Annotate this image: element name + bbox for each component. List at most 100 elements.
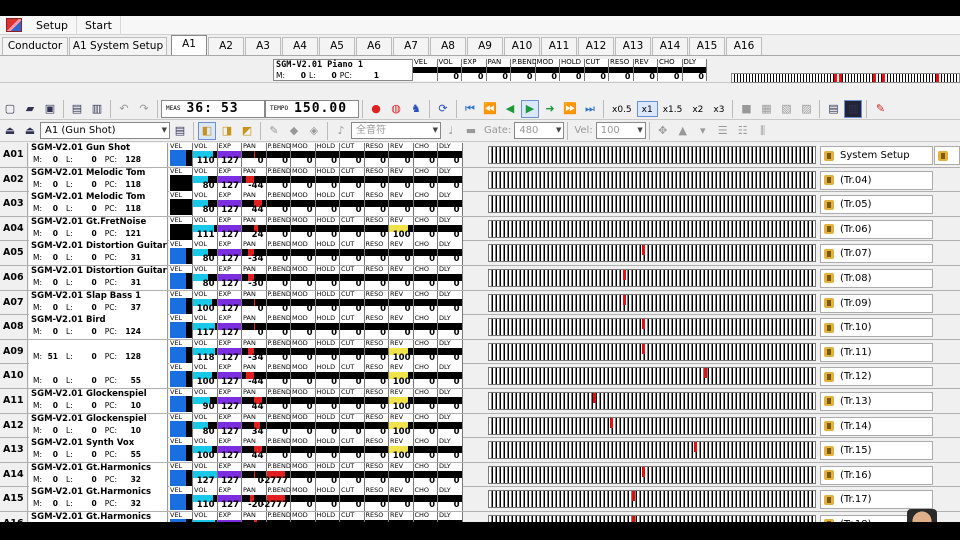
controller-pan[interactable]: PAN -34 bbox=[242, 339, 267, 364]
move-icon[interactable]: ✥ bbox=[654, 122, 672, 140]
controller-rev[interactable]: REV 100 bbox=[389, 388, 414, 413]
gate-select[interactable]: 480 bbox=[514, 122, 565, 139]
track-keyboard[interactable] bbox=[488, 170, 816, 189]
track-output[interactable]: (Tr.12) bbox=[820, 367, 933, 387]
note-length-select[interactable]: 全音符 bbox=[351, 122, 441, 139]
track-instrument[interactable]: SGM-V2.01 Glockenspiel M: 0 L: 0 PC: 10 bbox=[29, 413, 168, 438]
controller-vol[interactable]: VOL 110 bbox=[193, 142, 218, 167]
record-icon[interactable]: ● bbox=[367, 100, 385, 118]
track-keyboard[interactable] bbox=[488, 219, 816, 238]
field-value-pc[interactable]: 32 bbox=[119, 475, 141, 484]
controller-cho[interactable]: CHO0 bbox=[413, 240, 438, 266]
controller-pbend[interactable]: P.BEND -2777 bbox=[261, 462, 291, 487]
field-value-m[interactable]: 0 bbox=[44, 376, 58, 385]
field-value-l[interactable]: 0 bbox=[75, 253, 97, 262]
controller-vol[interactable]: VOL 80 bbox=[193, 413, 218, 438]
field-value-l[interactable]: 0 bbox=[75, 155, 97, 164]
track-instrument[interactable]: SGM-V2.01 Synth Vox M: 0 L: 0 PC: 55 bbox=[29, 438, 168, 463]
quantize-icon[interactable]: ☰ bbox=[714, 122, 732, 140]
controller-cut[interactable]: CUT0 bbox=[340, 216, 365, 241]
controller-rev[interactable]: REV0 bbox=[389, 511, 414, 522]
controller-dly[interactable]: DLY0 bbox=[438, 314, 463, 340]
controller-rev[interactable]: REV 100 bbox=[389, 216, 414, 241]
field-value-l[interactable]: 0 bbox=[75, 327, 97, 336]
field-value-pc[interactable]: 118 bbox=[119, 180, 141, 189]
controller-hold[interactable]: HOLD0 bbox=[315, 437, 340, 463]
field-value-pc[interactable]: 31 bbox=[119, 278, 141, 287]
controller-vol[interactable]: VOL118 bbox=[193, 511, 218, 522]
controller-cho[interactable]: CHO0 bbox=[413, 265, 438, 290]
track-keyboard[interactable] bbox=[488, 514, 816, 522]
controller-cho[interactable]: CHO0 bbox=[413, 486, 438, 512]
track-instrument[interactable]: SGM-V2.01 Melodic Tom M: 0 L: 0 PC: 118 bbox=[29, 192, 168, 217]
controller-dly[interactable]: DLY0 bbox=[438, 486, 463, 512]
field-value-m[interactable]: 0 bbox=[44, 426, 58, 435]
controller-reso[interactable]: RESO 0 bbox=[364, 437, 389, 463]
controller-cut[interactable]: CUT0 bbox=[340, 265, 365, 290]
track-id[interactable]: A02 bbox=[0, 167, 28, 192]
field-value-m[interactable]: 0 bbox=[44, 475, 58, 484]
controller-dly[interactable]: DLY0 bbox=[438, 437, 463, 463]
field-value-m[interactable]: 0 bbox=[44, 253, 58, 262]
controller-pbend[interactable]: P.BEND 0 bbox=[266, 290, 291, 315]
controller-reso[interactable]: RESO 0 bbox=[364, 216, 389, 241]
field-value-m[interactable]: 51 bbox=[44, 352, 58, 361]
track-instrument[interactable]: SGM-V2.01 Glockenspiel M: 0 L: 0 PC: 10 bbox=[29, 388, 168, 413]
controller-exp[interactable]: EXP 127 bbox=[217, 486, 242, 512]
controller-vol[interactable]: VOL 90 bbox=[193, 388, 218, 413]
controller-dly[interactable]: DLY0 bbox=[438, 167, 463, 192]
field-value-pc[interactable]: 128 bbox=[119, 155, 141, 164]
controller-cho[interactable]: CHO0 bbox=[413, 511, 438, 522]
field-value-l[interactable]: 0 bbox=[75, 278, 97, 287]
controller-cho[interactable]: CHO0 bbox=[413, 314, 438, 340]
controller-reso[interactable]: RESO 0 bbox=[364, 363, 389, 389]
tab-a10[interactable]: A10 bbox=[504, 37, 540, 55]
controller-rev[interactable]: REV0 bbox=[389, 462, 414, 487]
track-output[interactable]: (Tr.16) bbox=[820, 465, 933, 485]
view-3-icon[interactable]: ▧ bbox=[777, 100, 795, 118]
controller-mod[interactable]: MOD0 bbox=[291, 437, 316, 463]
track-id[interactable]: A15 bbox=[0, 487, 28, 512]
controller-hold[interactable]: HOLD0 bbox=[315, 290, 340, 315]
controller-vol[interactable]: VOL 80 bbox=[193, 191, 218, 217]
track-select[interactable]: A1 (Gun Shot) bbox=[40, 122, 170, 139]
controller-vol[interactable]: VOL 100 bbox=[193, 363, 218, 389]
controller-pan[interactable]: PAN 44 bbox=[242, 191, 267, 217]
controller-mod[interactable]: MOD0 bbox=[291, 290, 316, 315]
controller-pbend[interactable]: P.BEND 0 bbox=[266, 363, 291, 389]
controller-pan[interactable]: PAN 44 bbox=[242, 437, 267, 463]
controller-cut[interactable]: CUT0 bbox=[340, 486, 365, 512]
field-value-l[interactable]: 0 bbox=[75, 499, 97, 508]
controller-mod[interactable]: MOD0 bbox=[291, 511, 316, 522]
field-value-l[interactable]: 0 bbox=[75, 180, 97, 189]
controller-hold[interactable]: HOLD0 bbox=[315, 265, 340, 290]
controller-hold[interactable]: HOLD0 bbox=[315, 167, 340, 192]
controller-dly[interactable]: DLY0 bbox=[438, 388, 463, 413]
menu-start[interactable]: Start bbox=[77, 16, 121, 35]
controller-dly[interactable]: DLY0 bbox=[438, 290, 463, 315]
field-value-m[interactable]: 0 bbox=[44, 401, 58, 410]
field-value-l[interactable]: 0 bbox=[75, 426, 97, 435]
controller-exp[interactable]: EXP 127 bbox=[217, 363, 242, 389]
track-output[interactable]: (Tr.14) bbox=[820, 416, 933, 436]
field-value-m[interactable]: 0 bbox=[44, 327, 58, 336]
field-value-pc[interactable]: 37 bbox=[119, 303, 141, 312]
controller-cho[interactable]: CHO0 bbox=[413, 142, 438, 167]
controller-reso[interactable]: RESO 0 bbox=[364, 240, 389, 266]
selected-control-pan[interactable]: PAN 0 bbox=[486, 58, 511, 81]
controller-hold[interactable]: HOLD0 bbox=[315, 413, 340, 438]
controller-pan[interactable]: PAN -44 bbox=[242, 363, 267, 389]
controller-cut[interactable]: CUT0 bbox=[340, 167, 365, 192]
vel-select[interactable]: 100 bbox=[595, 122, 646, 139]
controller-hold[interactable]: HOLD0 bbox=[315, 511, 340, 522]
track-keyboard[interactable] bbox=[488, 490, 816, 509]
eraser-icon[interactable]: ◆ bbox=[285, 122, 303, 140]
tab-a7[interactable]: A7 bbox=[393, 37, 429, 55]
controller-reso[interactable]: RESO 0 bbox=[364, 462, 389, 487]
controller-pbend[interactable]: P.BEND 0 bbox=[266, 413, 291, 438]
selected-control-reso[interactable]: RESO 0 bbox=[609, 58, 634, 81]
step-forward-icon[interactable]: ➜ bbox=[541, 100, 559, 118]
track-instrument[interactable]: SGM-V2.01 Gt.FretNoise M: 0 L: 0 PC: 121 bbox=[29, 216, 168, 241]
field-value-pc[interactable]: 31 bbox=[119, 253, 141, 262]
controller-cut[interactable]: CUT0 bbox=[340, 290, 365, 315]
